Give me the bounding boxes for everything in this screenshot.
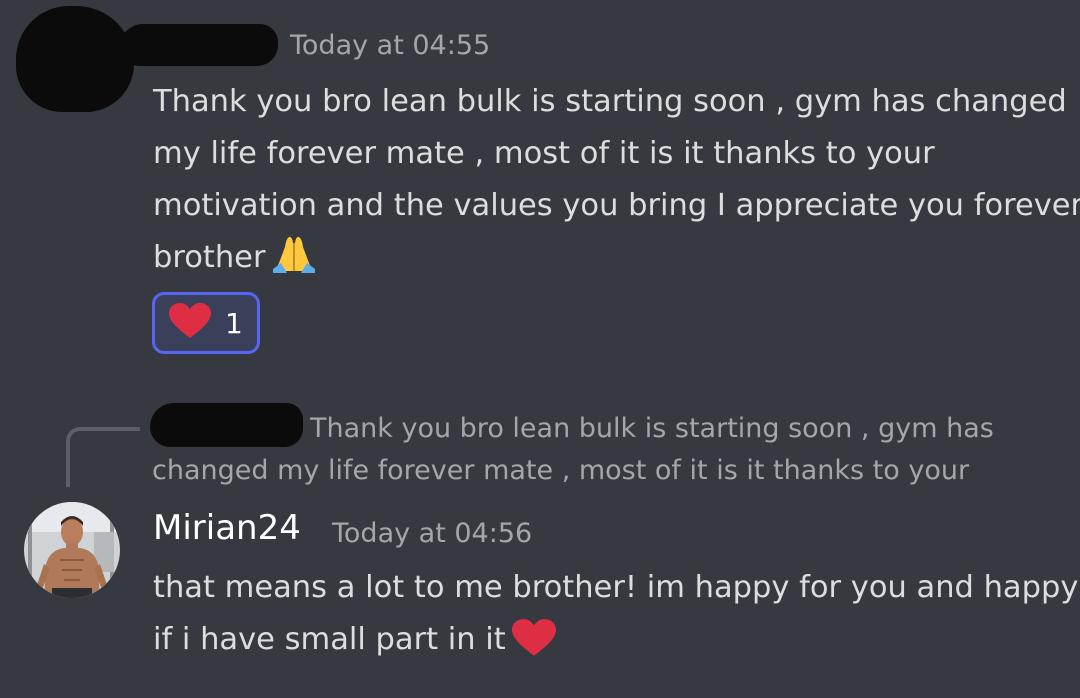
chat-view: Today at 04:55 Thank you bro lean bulk i… (0, 0, 1080, 698)
message-line: my life forever mate , most of it is it … (153, 136, 935, 171)
pray-emoji-icon (273, 233, 316, 290)
message-line: Thank you bro lean bulk is starting soon… (153, 84, 1067, 119)
heart-emoji-icon (511, 619, 556, 674)
heart-reaction-button[interactable]: 1 (152, 292, 260, 354)
message-line-last: if i have small part in it (153, 614, 1078, 674)
reply-connector (66, 427, 140, 487)
avatar[interactable] (24, 502, 120, 598)
author-username[interactable]: Mirian24 (153, 508, 301, 548)
reply-preview-line: changed my life forever mate , most of i… (152, 455, 970, 486)
message-line: that means a lot to me brother! im happy… (153, 570, 1079, 605)
message-content: that means a lot to me brother! im happy… (153, 562, 1078, 674)
message-line: brother (153, 240, 266, 275)
message-line-last: brother (153, 232, 1080, 290)
reaction-count: 1 (225, 306, 243, 340)
reply-preview-line: Thank you bro lean bulk is starting soon… (310, 413, 994, 444)
message-timestamp: Today at 04:56 (332, 518, 533, 549)
message-timestamp: Today at 04:55 (290, 30, 491, 61)
message-content: Thank you bro lean bulk is starting soon… (153, 76, 1080, 290)
reply-preview[interactable]: Thank you bro lean bulk is starting soon… (152, 408, 1052, 492)
heart-icon (169, 303, 211, 343)
redacted-avatar (16, 6, 134, 112)
redacted-username (120, 24, 278, 66)
message-line: motivation and the values you bring I ap… (153, 188, 1080, 223)
message-line: if i have small part in it (153, 622, 506, 657)
